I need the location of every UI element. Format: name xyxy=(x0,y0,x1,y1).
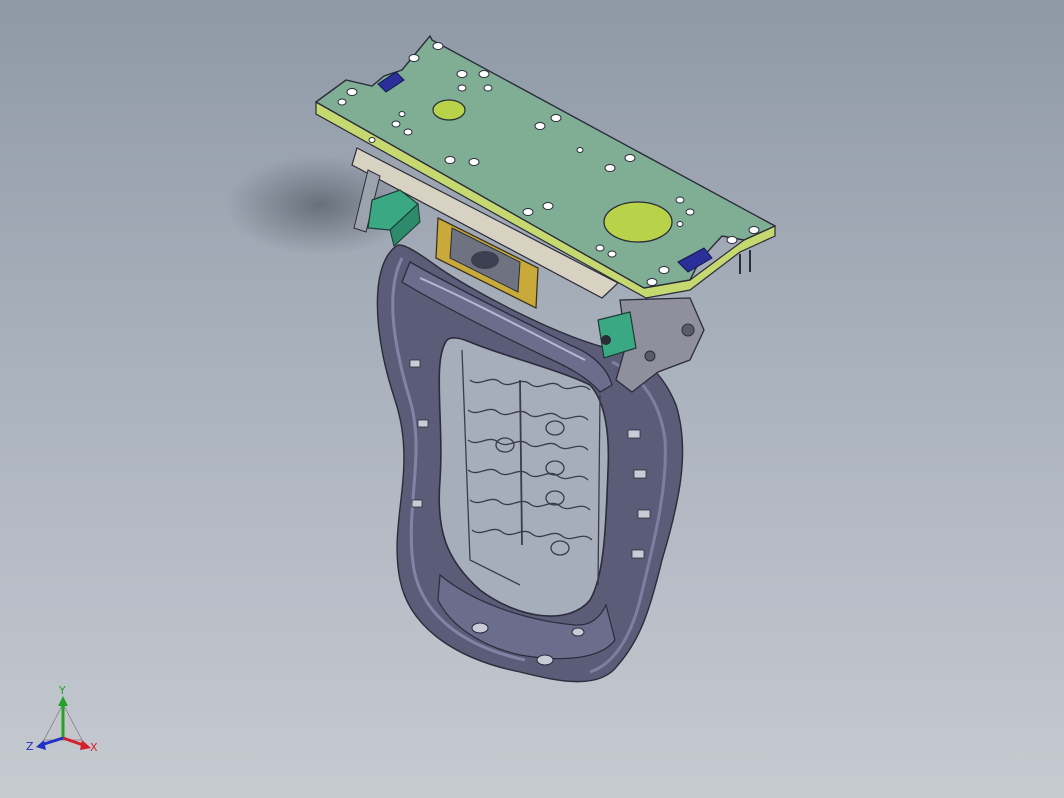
axis-triad: Y X Z xyxy=(26,684,98,754)
y-axis-label: Y xyxy=(58,684,66,697)
cutout-large xyxy=(603,201,673,243)
y-axis-arrow xyxy=(58,696,68,706)
x-axis-label: X xyxy=(90,741,98,754)
seat-frame-model[interactable] xyxy=(0,0,1064,798)
z-axis-arrow xyxy=(36,740,46,750)
cutout-small xyxy=(432,99,466,121)
graphics-viewport[interactable]: Y X Z xyxy=(0,0,1064,798)
z-axis-label: Z xyxy=(26,740,34,753)
